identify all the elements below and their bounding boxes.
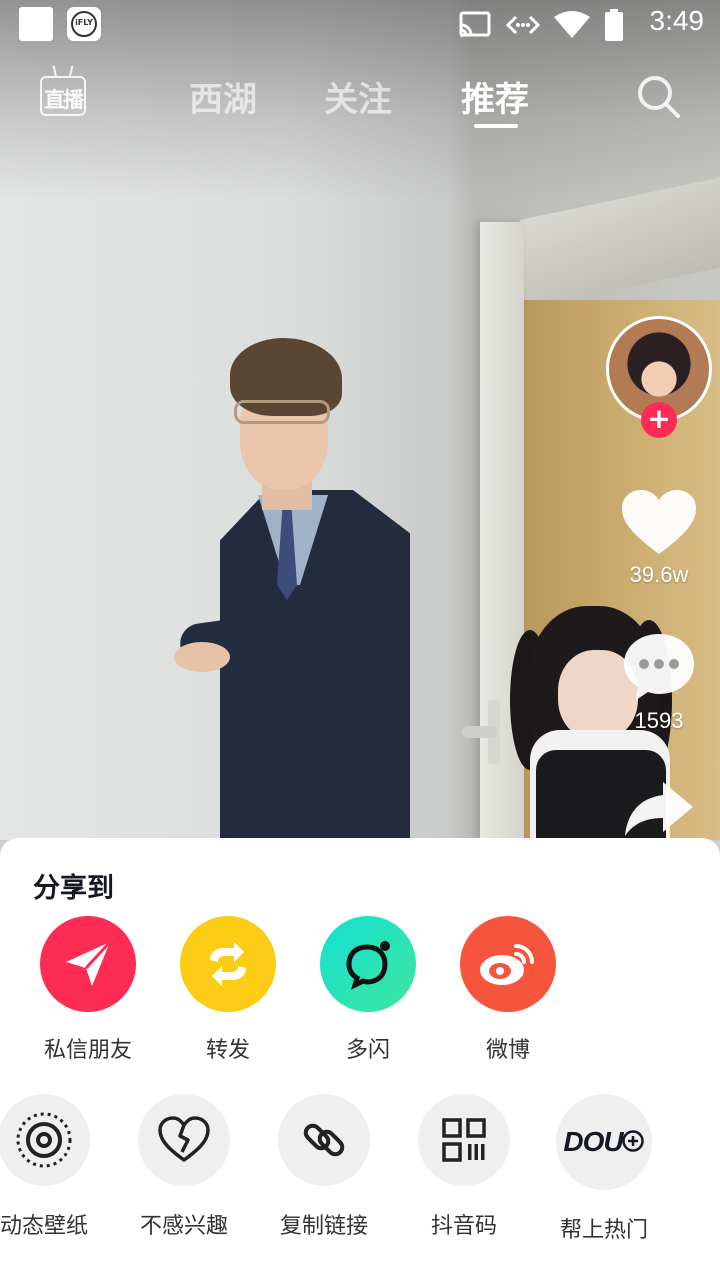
share-repost[interactable]: 转发 xyxy=(158,916,298,1064)
comment-button[interactable]: 1593 xyxy=(614,632,704,734)
share-duoshan[interactable]: 多闪 xyxy=(298,916,438,1064)
broken-heart-icon xyxy=(138,1094,230,1186)
action-douyin-code[interactable]: 抖音码 xyxy=(394,1094,534,1240)
tab-local[interactable]: 西湖 xyxy=(189,72,257,121)
live-wallpaper-icon xyxy=(0,1094,90,1186)
share-private-message[interactable]: 私信朋友 xyxy=(18,916,158,1064)
action-not-interested[interactable]: 不感兴趣 xyxy=(114,1094,254,1240)
notification-app-icon xyxy=(19,7,53,41)
wifi-icon xyxy=(554,11,590,38)
heart-icon xyxy=(622,490,696,554)
weibo-icon xyxy=(460,916,556,1012)
paper-plane-icon xyxy=(40,916,136,1012)
top-nav: 直播 西湖 关注 推荐 xyxy=(0,60,720,140)
creator-avatar-group: + xyxy=(606,316,712,438)
tab-recommended[interactable]: 推荐 xyxy=(461,72,529,121)
action-boost-hot[interactable]: DOU 帮上热门 xyxy=(534,1094,674,1244)
data-transfer-icon xyxy=(506,15,540,35)
share-button[interactable] xyxy=(614,780,704,842)
search-icon[interactable] xyxy=(636,74,682,120)
clock: 3:49 xyxy=(649,5,705,36)
comment-count: 1593 xyxy=(634,708,684,733)
qr-code-icon xyxy=(418,1094,510,1186)
follow-plus-button[interactable]: + xyxy=(641,402,677,438)
tv-antenna-icon xyxy=(52,65,74,77)
dou-plus-icon: DOU xyxy=(556,1094,652,1190)
cast-icon xyxy=(459,11,491,37)
tab-following[interactable]: 关注 xyxy=(324,72,392,121)
like-count: 39.6w xyxy=(629,562,689,587)
active-tab-indicator xyxy=(474,124,518,128)
status-bar: iFLY 3:49 xyxy=(0,0,720,48)
ifly-app-icon: iFLY xyxy=(67,7,101,41)
share-arrow-icon xyxy=(625,782,693,836)
action-live-wallpaper[interactable]: 动态壁纸 xyxy=(0,1094,114,1240)
plus-circle-icon xyxy=(621,1130,644,1152)
video-door-handle xyxy=(462,700,512,764)
comment-bubble-icon xyxy=(624,634,694,700)
share-weibo[interactable]: 微博 xyxy=(438,916,578,1064)
like-button[interactable]: 39.6w xyxy=(614,490,704,588)
live-button[interactable]: 直播 xyxy=(40,65,88,122)
share-sheet-title: 分享到 xyxy=(33,873,114,904)
action-copy-link[interactable]: 复制链接 xyxy=(254,1094,394,1240)
battery-icon xyxy=(605,9,623,41)
share-sheet: 分享到 私信朋友 转发 多闪 微博 动态壁纸 不感兴趣 复制链接 抖音码 DOU… xyxy=(0,838,720,1280)
duoshan-icon xyxy=(320,916,416,1012)
video-person-man xyxy=(170,330,420,840)
repost-icon xyxy=(180,916,276,1012)
link-icon xyxy=(278,1094,370,1186)
